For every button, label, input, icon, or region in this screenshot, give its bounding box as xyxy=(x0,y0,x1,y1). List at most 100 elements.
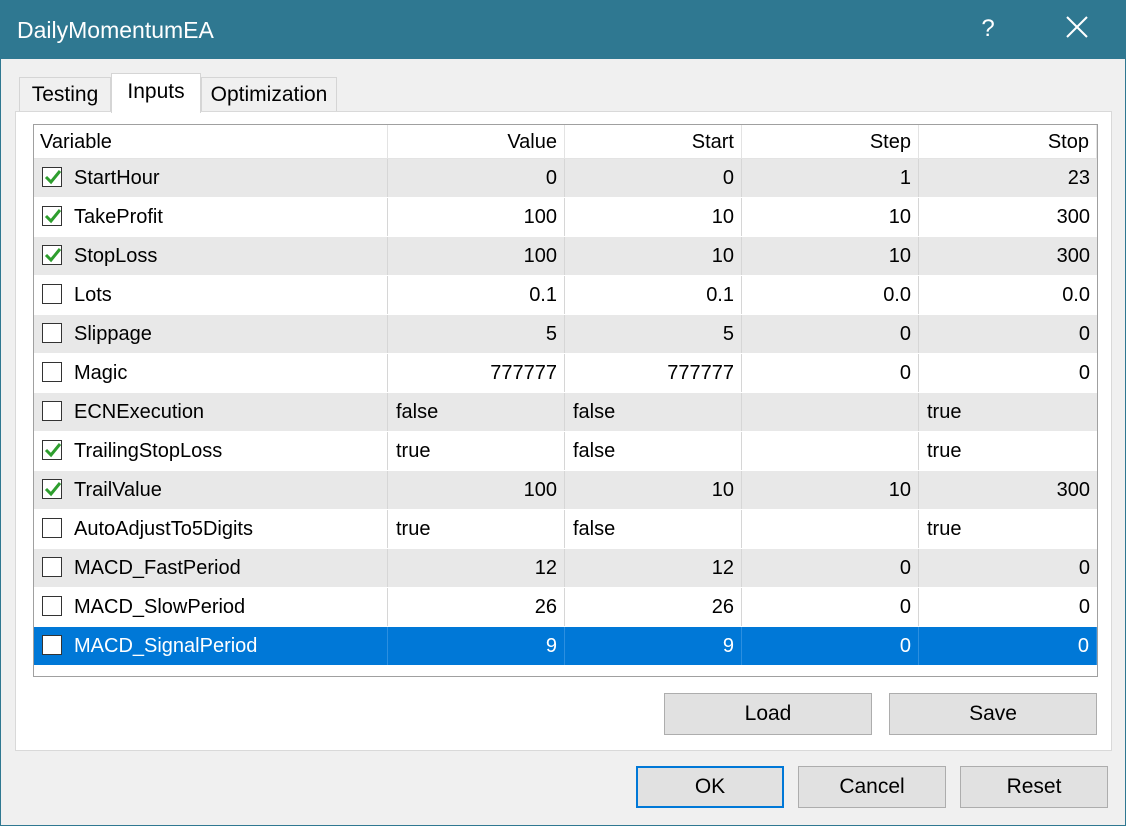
cell-start[interactable]: 5 xyxy=(565,315,742,353)
cell-stop[interactable]: 23 xyxy=(919,159,1097,197)
cell-value[interactable]: 100 xyxy=(388,198,565,236)
row-checkbox[interactable] xyxy=(42,557,62,577)
cell-start[interactable]: 9 xyxy=(565,627,742,665)
table-row[interactable]: MACD_SlowPeriod 26 26 0 0 xyxy=(34,588,1097,627)
row-checkbox[interactable] xyxy=(42,323,62,343)
cell-start[interactable]: 10 xyxy=(565,237,742,275)
help-button[interactable]: ? xyxy=(971,9,1005,49)
table-row[interactable]: Lots 0.1 0.1 0.0 0.0 xyxy=(34,276,1097,315)
cell-value[interactable]: true xyxy=(388,510,565,548)
cell-start[interactable]: 26 xyxy=(565,588,742,626)
cell-stop[interactable]: 0 xyxy=(919,588,1097,626)
cell-value[interactable]: 777777 xyxy=(388,354,565,392)
cell-start[interactable]: false xyxy=(565,393,742,431)
close-button[interactable] xyxy=(1053,9,1101,49)
cell-stop[interactable]: true xyxy=(919,432,1097,470)
reset-button[interactable]: Reset xyxy=(960,766,1108,808)
row-checkbox[interactable] xyxy=(42,362,62,382)
row-checkbox[interactable] xyxy=(42,401,62,421)
table-row[interactable]: TrailValue 100 10 10 300 xyxy=(34,471,1097,510)
cell-stop[interactable]: 0 xyxy=(919,315,1097,353)
cell-step[interactable] xyxy=(742,393,919,431)
cell-value[interactable]: 5 xyxy=(388,315,565,353)
cell-start[interactable]: false xyxy=(565,432,742,470)
row-checkbox[interactable] xyxy=(42,518,62,538)
cell-variable[interactable]: StopLoss xyxy=(34,237,388,275)
cell-variable[interactable]: TrailValue xyxy=(34,471,388,509)
cell-value[interactable]: 0 xyxy=(388,159,565,197)
cell-variable[interactable]: Slippage xyxy=(34,315,388,353)
cell-stop[interactable]: 0 xyxy=(919,549,1097,587)
cell-stop[interactable]: 300 xyxy=(919,237,1097,275)
table-row[interactable]: TrailingStopLoss true false true xyxy=(34,432,1097,471)
tab-testing[interactable]: Testing xyxy=(19,77,111,111)
cell-variable[interactable]: Magic xyxy=(34,354,388,392)
table-row[interactable]: StartHour 0 0 1 23 xyxy=(34,159,1097,198)
cell-variable[interactable]: TrailingStopLoss xyxy=(34,432,388,470)
table-row[interactable]: MACD_FastPeriod 12 12 0 0 xyxy=(34,549,1097,588)
cell-value[interactable]: 100 xyxy=(388,237,565,275)
column-header-value[interactable]: Value xyxy=(388,125,565,158)
cell-value[interactable]: 9 xyxy=(388,627,565,665)
tab-inputs[interactable]: Inputs xyxy=(111,73,201,113)
row-checkbox[interactable] xyxy=(42,479,62,499)
cell-step[interactable]: 0 xyxy=(742,627,919,665)
cell-step[interactable]: 0 xyxy=(742,549,919,587)
table-row[interactable]: Slippage 5 5 0 0 xyxy=(34,315,1097,354)
cell-value[interactable]: 12 xyxy=(388,549,565,587)
cell-step[interactable]: 10 xyxy=(742,471,919,509)
cell-start[interactable]: false xyxy=(565,510,742,548)
cell-step[interactable] xyxy=(742,432,919,470)
cancel-button[interactable]: Cancel xyxy=(798,766,946,808)
cell-variable[interactable]: Lots xyxy=(34,276,388,314)
cell-stop[interactable]: 0 xyxy=(919,354,1097,392)
cell-stop[interactable]: 300 xyxy=(919,198,1097,236)
table-row[interactable]: ECNExecution false false true xyxy=(34,393,1097,432)
row-checkbox[interactable] xyxy=(42,206,62,226)
cell-stop[interactable]: true xyxy=(919,393,1097,431)
inputs-table[interactable]: Variable Value Start Step Stop StartHour… xyxy=(33,124,1098,677)
cell-step[interactable]: 10 xyxy=(742,198,919,236)
table-row[interactable]: StopLoss 100 10 10 300 xyxy=(34,237,1097,276)
cell-variable[interactable]: ECNExecution xyxy=(34,393,388,431)
ok-button[interactable]: OK xyxy=(636,766,784,808)
cell-value[interactable]: 100 xyxy=(388,471,565,509)
cell-stop[interactable]: 0 xyxy=(919,627,1097,665)
column-header-variable[interactable]: Variable xyxy=(34,125,388,158)
cell-step[interactable]: 1 xyxy=(742,159,919,197)
table-row[interactable]: TakeProfit 100 10 10 300 xyxy=(34,198,1097,237)
tab-optimization[interactable]: Optimization xyxy=(201,77,337,111)
row-checkbox[interactable] xyxy=(42,596,62,616)
cell-start[interactable]: 12 xyxy=(565,549,742,587)
row-checkbox[interactable] xyxy=(42,245,62,265)
cell-stop[interactable]: true xyxy=(919,510,1097,548)
table-row[interactable]: AutoAdjustTo5Digits true false true xyxy=(34,510,1097,549)
cell-value[interactable]: 0.1 xyxy=(388,276,565,314)
cell-stop[interactable]: 300 xyxy=(919,471,1097,509)
cell-start[interactable]: 10 xyxy=(565,198,742,236)
column-header-stop[interactable]: Stop xyxy=(919,125,1097,158)
cell-step[interactable]: 10 xyxy=(742,237,919,275)
save-button[interactable]: Save xyxy=(889,693,1097,735)
title-bar[interactable]: DailyMomentumEA ? xyxy=(1,1,1125,59)
cell-step[interactable]: 0.0 xyxy=(742,276,919,314)
row-checkbox[interactable] xyxy=(42,284,62,304)
cell-step[interactable] xyxy=(742,510,919,548)
cell-variable[interactable]: MACD_SignalPeriod xyxy=(34,627,388,665)
cell-value[interactable]: true xyxy=(388,432,565,470)
cell-variable[interactable]: AutoAdjustTo5Digits xyxy=(34,510,388,548)
cell-variable[interactable]: TakeProfit xyxy=(34,198,388,236)
cell-start[interactable]: 10 xyxy=(565,471,742,509)
cell-value[interactable]: false xyxy=(388,393,565,431)
cell-value[interactable]: 26 xyxy=(388,588,565,626)
cell-step[interactable]: 0 xyxy=(742,588,919,626)
column-header-step[interactable]: Step xyxy=(742,125,919,158)
row-checkbox[interactable] xyxy=(42,440,62,460)
cell-stop[interactable]: 0.0 xyxy=(919,276,1097,314)
cell-variable[interactable]: MACD_FastPeriod xyxy=(34,549,388,587)
row-checkbox[interactable] xyxy=(42,635,62,655)
cell-start[interactable]: 0.1 xyxy=(565,276,742,314)
cell-variable[interactable]: MACD_SlowPeriod xyxy=(34,588,388,626)
row-checkbox[interactable] xyxy=(42,167,62,187)
cell-variable[interactable]: StartHour xyxy=(34,159,388,197)
